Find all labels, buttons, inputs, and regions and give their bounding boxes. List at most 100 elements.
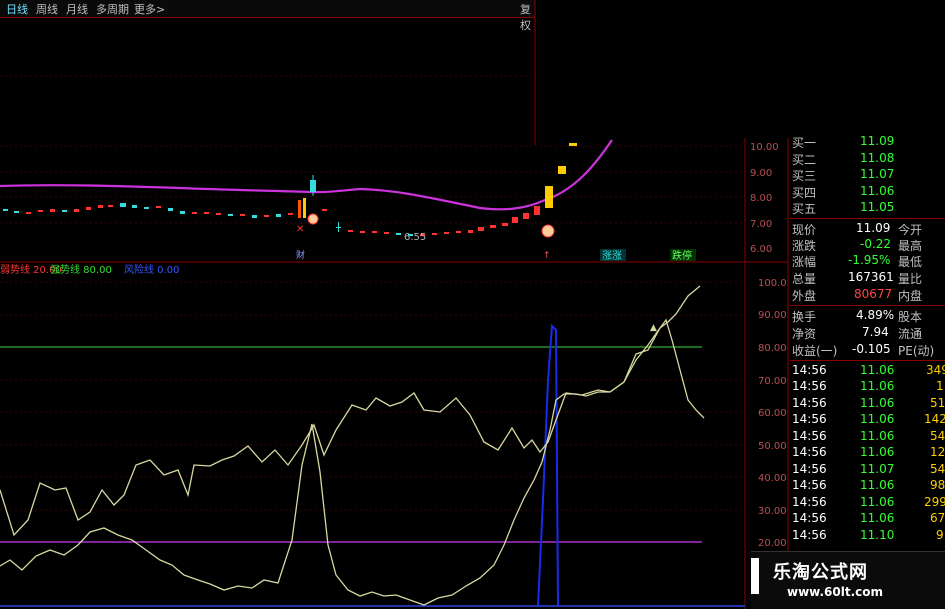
bid-price: 11.09 (860, 134, 895, 148)
tick-price: 11.06 (860, 429, 895, 443)
indicator-gridlines (0, 281, 745, 511)
bid-label: 买五 (792, 202, 817, 216)
tick-volume: 54 (930, 462, 945, 476)
indicator-tick: 20.00 (758, 538, 787, 549)
indicator-tick: 100.0 (758, 278, 787, 289)
stat-row: 现价 11.09 今开 (790, 220, 945, 237)
bid-row[interactable]: 买一 11.09 (790, 133, 945, 150)
tick-time: 14:56 (792, 412, 827, 426)
tick-volume: 142 (924, 412, 945, 426)
tick-volume: 67 (930, 511, 945, 525)
stat-value: 7.94 (862, 325, 889, 339)
tick-row[interactable]: 14:56 11.06 98 (790, 477, 945, 494)
stat-row: 换手 4.89% 股本 (790, 307, 945, 324)
quote-separator (790, 305, 945, 306)
tick-price: 11.06 (860, 396, 895, 410)
tick-volume: 299 (924, 495, 945, 509)
tick-volume: 98 (930, 478, 945, 492)
curve-marker-icon: ▲ (650, 323, 657, 333)
bid-row[interactable]: 买三 11.07 (790, 166, 945, 183)
tick-price: 11.07 (860, 462, 895, 476)
tick-price: 11.06 (860, 495, 895, 509)
tick-time: 14:56 (792, 495, 827, 509)
site-watermark: 乐淘公式网 www.60lt.com (751, 551, 945, 609)
tick-volume: 12 (930, 445, 945, 459)
tick-price: 11.06 (860, 379, 895, 393)
watermark-url: www.60lt.com (787, 585, 884, 599)
tick-time: 14:56 (792, 478, 827, 492)
tick-price: 11.06 (860, 363, 895, 377)
tick-price: 11.06 (860, 445, 895, 459)
tick-row[interactable]: 14:56 11.06 51 (790, 395, 945, 412)
indicator-tick: 80.00 (758, 343, 787, 354)
event-marker-icon[interactable] (307, 213, 319, 225)
bid-label: 买一 (792, 136, 817, 150)
quote-separator (790, 360, 945, 361)
bid-label: 买三 (792, 169, 817, 183)
stat-label: 外盘 (792, 289, 817, 303)
tick-time: 14:56 (792, 511, 827, 525)
stat-value: 11.09 (856, 221, 891, 235)
tick-row[interactable]: 14:56 11.06 54 (790, 428, 945, 445)
tick-time: 14:56 (792, 379, 827, 393)
stat-row: 收益(一) -0.105 PE(动) (790, 341, 945, 358)
indicator-tick: 50.00 (758, 441, 787, 452)
tick-row[interactable]: 14:56 11.06 12 (790, 444, 945, 461)
stat-row: 净资 7.94 流通 (790, 324, 945, 341)
stat-label-2: PE(动) (898, 344, 935, 358)
event-marker-icon[interactable] (541, 224, 555, 238)
tick-time: 14:56 (792, 462, 827, 476)
tick-row[interactable]: 14:56 11.10 9 (790, 527, 945, 544)
tick-price: 11.06 (860, 412, 895, 426)
min-price-label: 6.55 (404, 232, 426, 243)
stat-value: -1.95% (848, 253, 891, 267)
fall-tag[interactable]: 跌停 (672, 249, 692, 262)
bid-price: 11.06 (860, 184, 895, 198)
up-event-marker[interactable]: ↑ (543, 251, 551, 261)
tick-price: 11.06 (860, 511, 895, 525)
stat-label: 净资 (792, 327, 817, 341)
bid-row[interactable]: 买二 11.08 (790, 150, 945, 167)
stat-label: 收益(一) (792, 344, 838, 358)
tick-row[interactable]: 14:56 11.06 349 (790, 362, 945, 379)
tick-row[interactable]: 14:56 11.06 142 (790, 411, 945, 428)
tick-price: 11.06 (860, 478, 895, 492)
tick-row[interactable]: 14:56 11.07 54 (790, 461, 945, 478)
bid-price: 11.05 (860, 200, 895, 214)
tick-row[interactable]: 14:56 11.06 67 (790, 510, 945, 527)
finance-event-marker[interactable]: 财 (296, 249, 305, 261)
rise-tag[interactable]: 涨涨 (602, 250, 622, 262)
stat-label: 涨幅 (792, 255, 817, 269)
bid-price: 11.07 (860, 167, 895, 181)
tick-price: 11.10 (860, 528, 895, 542)
tick-volume: 9 (936, 528, 944, 542)
bid-row[interactable]: 买五 11.05 (790, 199, 945, 216)
tick-time: 14:56 (792, 528, 827, 542)
indicator-tick: 70.00 (758, 376, 787, 387)
watermark-logo-icon (751, 558, 759, 594)
price-tick: 10.00 (750, 142, 779, 153)
price-tick: 9.00 (750, 168, 772, 179)
candlesticks (3, 143, 577, 236)
tick-time: 14:56 (792, 445, 827, 459)
bid-row[interactable]: 买四 11.06 (790, 183, 945, 200)
indicator-tick: 90.00 (758, 310, 787, 321)
tick-row[interactable]: 14:56 11.06 299 (790, 494, 945, 511)
price-gridlines (0, 75, 745, 224)
stat-label: 总量 (792, 272, 817, 286)
stat-row: 涨跌 -0.22 最高 (790, 236, 945, 253)
stat-value: 4.89% (856, 308, 895, 322)
legend-risk-line: 风险线 0.00 (124, 263, 179, 276)
stat-value: -0.105 (852, 342, 891, 356)
price-axis: 10.00 9.00 8.00 7.00 6.00 (750, 142, 779, 255)
tick-volume: 1 (936, 379, 944, 393)
risk-spike-line (537, 323, 559, 607)
stat-label-2: 内盘 (898, 289, 923, 303)
tick-row[interactable]: 14:56 11.06 1 (790, 378, 945, 395)
quote-separator (790, 218, 945, 219)
price-tick: 6.00 (750, 244, 772, 255)
stat-label-2: 股本 (898, 310, 923, 324)
stat-row: 外盘 80677 内盘 (790, 286, 945, 303)
indicator-line-a (0, 285, 701, 537)
bid-price: 11.08 (860, 151, 895, 165)
